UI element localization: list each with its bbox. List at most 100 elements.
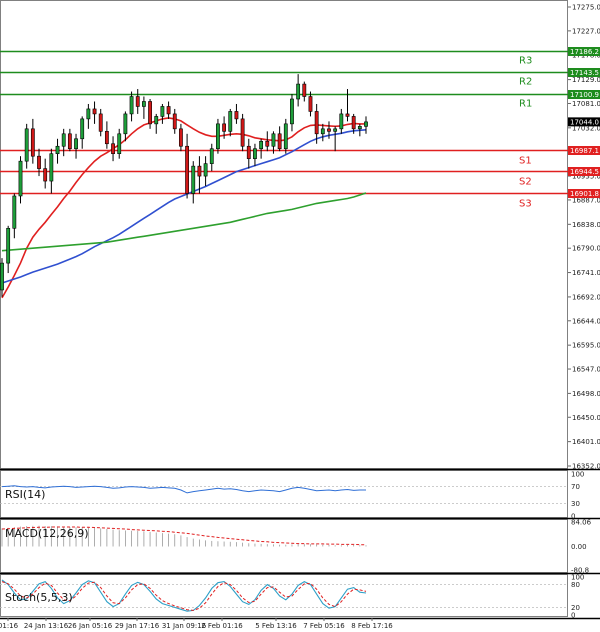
level-name-r3: R3 (519, 56, 532, 67)
time-tick-label: 29 Jan 17:16 (115, 622, 160, 630)
level-price-label-r3: 17186.2 (570, 48, 599, 56)
level-price-label-r2: 17143.5 (570, 69, 599, 77)
candle-body (253, 148, 257, 159)
candle-body (129, 96, 134, 115)
candle-body (24, 128, 29, 162)
candle-body (104, 131, 109, 145)
candle-body (6, 227, 11, 264)
price-tick-label: 16741.0 (572, 269, 600, 277)
level-name-r2: R2 (519, 77, 532, 88)
level-name-s3: S3 (519, 199, 532, 210)
candle-body (92, 108, 97, 115)
candle-body (12, 195, 17, 229)
candle-body (166, 106, 171, 115)
level-name-s1: S1 (519, 156, 532, 167)
candle-body (357, 126, 362, 130)
macd-label: MACD(12,26,9) (5, 527, 89, 540)
candle-body (209, 148, 214, 164)
stoch-tick-label: 80 (571, 581, 580, 589)
price-tick-label: 17081.0 (572, 100, 600, 108)
candle-body (160, 106, 165, 117)
candle-body (222, 123, 227, 132)
price-tick-label: 17227.0 (572, 27, 600, 35)
candle-body (308, 96, 313, 112)
last-price-label: 17044.0 (570, 118, 599, 126)
price-tick-label: 16450.0 (572, 414, 600, 422)
time-tick-label: 01:16 (0, 622, 19, 630)
trading-chart: 17275.017227.017178.017129.017081.017032… (0, 0, 600, 632)
candle-body (61, 133, 66, 147)
price-tick-label: 16838.0 (572, 221, 600, 229)
candle-body (135, 96, 140, 107)
candle-body (80, 118, 85, 140)
stoch-tick-label: 0 (571, 612, 575, 620)
price-tick-label: 16644.0 (572, 317, 600, 325)
time-tick-label: 8 Feb 17:16 (351, 622, 393, 630)
candle-body (0, 262, 4, 291)
level-price-label-s1: 16987.1 (570, 147, 599, 155)
candle-body (364, 121, 368, 127)
level-price-label-s3: 16901.8 (570, 190, 599, 198)
rsi-label: RSI(14) (5, 488, 45, 501)
time-tick-label: 2 Feb 01:16 (201, 622, 243, 630)
candle-body (333, 128, 338, 132)
candle-body (37, 155, 41, 169)
time-tick-label: 7 Feb 05:16 (303, 622, 345, 630)
price-tick-label: 16352.0 (572, 463, 600, 471)
candle-body (203, 163, 208, 177)
candle-body (290, 98, 294, 125)
price-tick-label: 16595.0 (572, 342, 600, 350)
macd-tick-label: 0.00 (571, 543, 587, 551)
candle-body (320, 128, 325, 135)
candle-body (98, 113, 103, 132)
candle-body (172, 113, 177, 130)
candle-body (18, 160, 23, 197)
candle-body (67, 133, 72, 150)
candle-body (351, 116, 356, 130)
candle-body (49, 153, 54, 182)
candle-body (277, 133, 282, 150)
candle-body (148, 101, 152, 125)
candle (216, 118, 220, 154)
candle-body (86, 108, 91, 120)
candle-body (296, 83, 301, 100)
candle (283, 118, 288, 154)
price-tick-label: 16790.0 (572, 245, 600, 253)
price-tick-label: 16401.0 (572, 438, 600, 446)
candle-body (228, 111, 233, 132)
price-tick-label: 17275.0 (572, 4, 600, 12)
last-price-marker: 17044.0 (568, 117, 600, 127)
time-tick-label: 31 Jan 09:16 (162, 622, 207, 630)
candle-body (271, 133, 276, 147)
level-price-label-r1: 17100.9 (570, 91, 599, 99)
candle-body (43, 168, 48, 182)
candle-body (154, 116, 159, 125)
candle-body (141, 101, 146, 107)
candle-body (345, 113, 350, 117)
candle-body (123, 113, 128, 135)
candle-body (197, 165, 202, 177)
candle-body (302, 83, 307, 97)
rsi-tick-label: 30 (571, 500, 580, 508)
candle-body (117, 133, 122, 155)
time-tick-label: 26 Jan 05:16 (68, 622, 113, 630)
price-tick-label: 16498.0 (572, 390, 600, 398)
candle-body (283, 123, 288, 150)
candle-body (339, 113, 344, 130)
candle-body (259, 140, 264, 150)
candle-body (246, 145, 251, 159)
candle-body (74, 138, 78, 150)
candle-body (234, 111, 239, 120)
candle-body (185, 145, 189, 194)
level-name-s2: S2 (519, 177, 532, 188)
candle-body (179, 128, 183, 147)
rsi-tick-label: 100 (571, 471, 584, 479)
candle-body (327, 128, 331, 132)
time-tick-label: 5 Feb 13:16 (255, 622, 297, 630)
stoch-label: Stoch(5,5,3) (5, 591, 73, 604)
candle-body (191, 165, 196, 194)
candle-body (216, 123, 220, 150)
candle-body (30, 128, 35, 157)
price-tick-label: 16547.0 (572, 366, 600, 374)
candle-body (55, 145, 60, 155)
